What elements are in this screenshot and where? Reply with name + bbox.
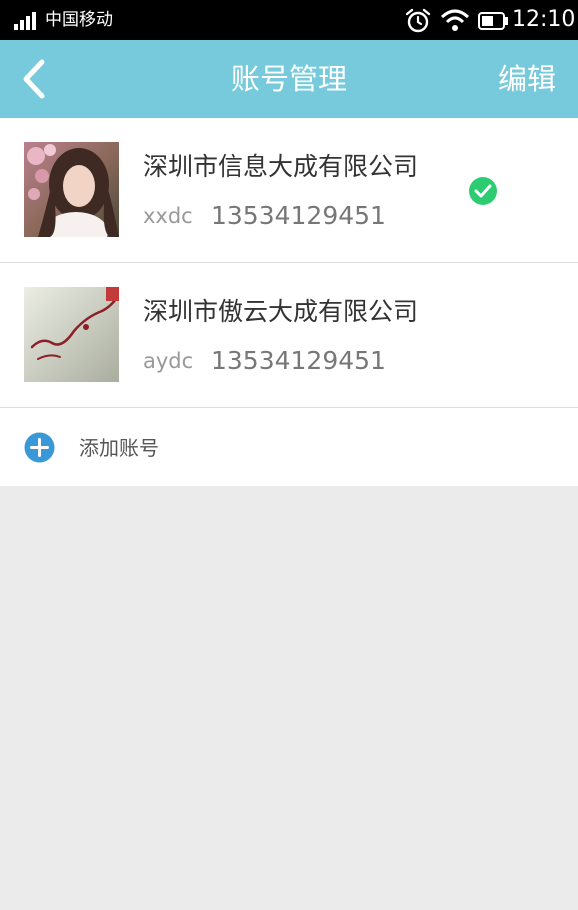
status-bar: 中国移动 12:10 bbox=[0, 0, 578, 40]
battery-icon bbox=[478, 12, 508, 30]
wifi-icon bbox=[440, 9, 470, 31]
company-name: 深圳市傲云大成有限公司 bbox=[143, 297, 419, 326]
edit-button[interactable]: 编辑 bbox=[498, 60, 556, 98]
company-name: 深圳市信息大成有限公司 bbox=[143, 152, 419, 181]
avatar bbox=[24, 142, 119, 237]
title-bar: 账号管理 编辑 bbox=[0, 40, 578, 118]
account-username: aydc bbox=[143, 349, 194, 373]
account-row[interactable]: 深圳市信息大成有限公司 xxdc 13534129451 bbox=[0, 118, 578, 263]
signal-icon bbox=[14, 12, 40, 30]
alarm-icon bbox=[405, 8, 431, 33]
checkmark-icon bbox=[469, 177, 497, 205]
page-title: 账号管理 bbox=[230, 62, 347, 96]
account-phone: 13534129451 bbox=[211, 201, 386, 230]
account-phone: 13534129451 bbox=[211, 346, 386, 375]
carrier-name: 中国移动 bbox=[45, 10, 113, 30]
status-time: 12:10 bbox=[512, 7, 576, 32]
avatar bbox=[24, 287, 119, 382]
account-row[interactable]: 深圳市傲云大成有限公司 aydc 13534129451 bbox=[0, 263, 578, 408]
add-account-button[interactable]: 添加账号 bbox=[0, 408, 578, 486]
add-account-label: 添加账号 bbox=[79, 436, 159, 460]
account-list: 深圳市信息大成有限公司 xxdc 13534129451 深圳市傲云大成有限公司… bbox=[0, 118, 578, 486]
plus-circle-icon bbox=[24, 432, 55, 463]
account-username: xxdc bbox=[143, 204, 193, 228]
